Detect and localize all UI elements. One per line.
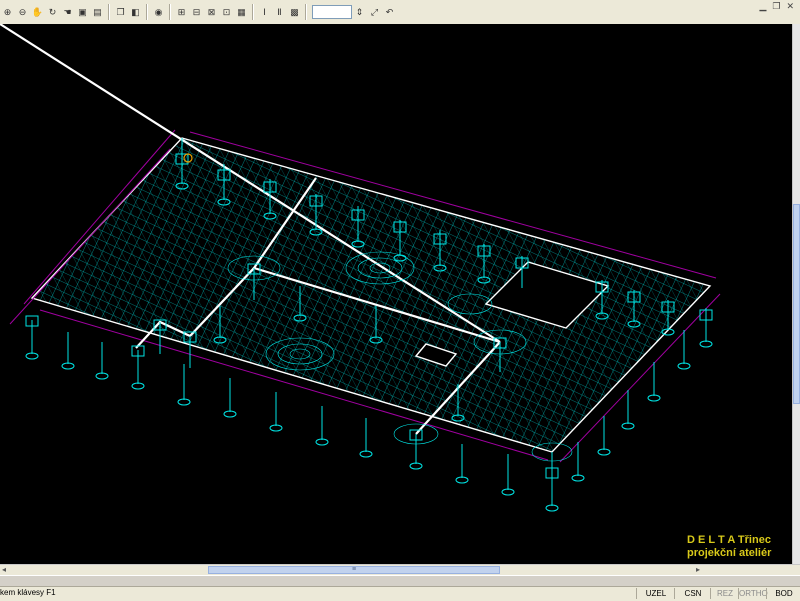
toolbar-separator [108,4,110,20]
column [131,345,145,390]
zoom-in-icon[interactable]: ⊕ [1,6,14,19]
slab-mesh-secondary [32,138,710,452]
column [269,392,283,432]
section-icon[interactable]: ⊠ [205,6,218,19]
status-rez[interactable]: REZ [710,588,739,599]
watermark-line-2: projekční ateliér [687,547,772,559]
render-icon[interactable]: ◉ [152,6,165,19]
toolbar: ⊕ ⊖ ✋ ↻ ☚ ▣ ▤ ❐ ◧ ◉ ⊞ ⊟ ⊠ ⊡ ▦ Ⅰ Ⅱ ▩ ⇕ ⤢ … [0,0,800,25]
view-icon[interactable]: ▣ [76,6,89,19]
status-csn[interactable]: CSN [674,588,711,599]
drawing-canvas[interactable]: D E L T A Třinec projekční ateliér [0,24,792,564]
section-icon[interactable]: ⊞ [175,6,188,19]
status-ortho[interactable]: ORTHO [738,588,768,599]
copy-view-icon[interactable]: ❐ [114,6,127,19]
scroll-left-icon[interactable]: ◂ [2,565,6,574]
undo-icon[interactable]: ↶ [383,6,396,19]
toolbar-separator [146,4,148,20]
toolbar-separator [169,4,171,20]
pan-icon[interactable]: ✋ [31,6,44,19]
scroll-right-icon[interactable]: ▸ [696,565,700,574]
column [409,429,423,470]
zoom-fit-icon[interactable]: ⤢ [368,6,381,19]
column [61,332,75,370]
spin-icon[interactable]: ⇕ [353,6,366,19]
status-hint: kem klávesy F1 [0,588,56,597]
section-icon[interactable]: ▦ [235,6,248,19]
column [597,416,611,456]
rotate-icon[interactable]: ↻ [46,6,59,19]
column [223,378,237,418]
horizontal-scroll-thumb[interactable]: ≡ [208,566,500,574]
column [501,454,515,496]
vertical-scrollbar[interactable] [792,24,800,564]
company-watermark: D E L T A Třinec projekční ateliér [687,534,771,560]
column [455,444,469,484]
status-bar: kem klávesy F1 UZEL CSN REZ ORTHO BOD [0,586,800,601]
toolbar-separator [252,4,254,20]
zoom-input[interactable] [312,5,352,19]
maximize-icon[interactable]: ❐ [772,1,780,12]
column [359,418,373,458]
vertical-scroll-thumb[interactable] [793,204,800,404]
print-icon[interactable]: ▤ [91,6,104,19]
window-controls: ▁ ❐ ✕ [759,1,794,12]
status-uzel[interactable]: UZEL [636,588,675,599]
column [315,406,329,446]
beam-icon[interactable]: Ⅰ [258,6,271,19]
column [177,364,191,406]
minimize-icon[interactable]: ▁ [759,1,766,12]
zoom-out-icon[interactable]: ⊖ [16,6,29,19]
layer-icon[interactable]: ◧ [129,6,142,19]
grid-icon[interactable]: ▩ [288,6,301,19]
toolbar-separator [305,4,307,20]
column [95,342,109,380]
watermark-line-1: D E L T A Třinec [687,534,771,546]
column-icon[interactable]: Ⅱ [273,6,286,19]
close-icon[interactable]: ✕ [786,1,794,12]
column [699,308,713,348]
column [25,315,39,360]
status-bod[interactable]: BOD [766,588,800,599]
model-view [0,24,721,512]
section-icon[interactable]: ⊟ [190,6,203,19]
hand-icon[interactable]: ☚ [61,6,74,19]
column [621,390,635,430]
section-icon[interactable]: ⊡ [220,6,233,19]
